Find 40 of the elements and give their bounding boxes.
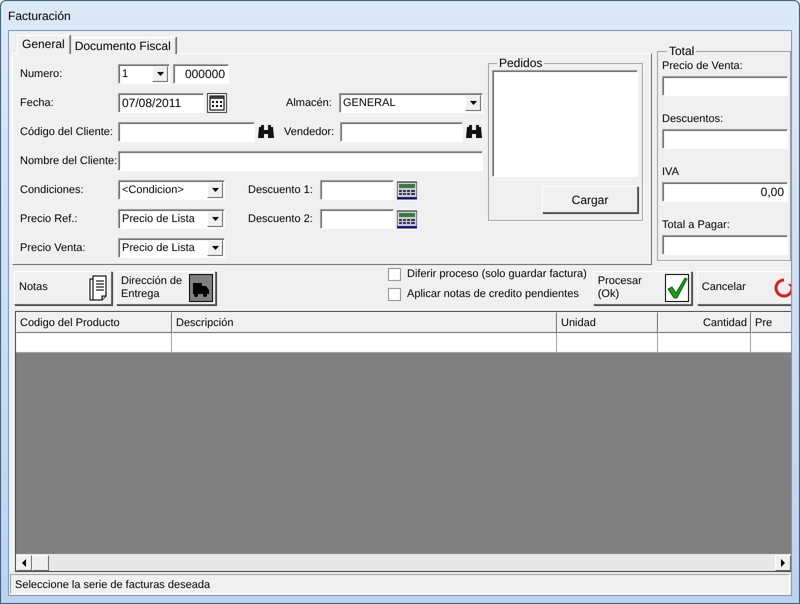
- field-label: Descuento 1:: [248, 182, 314, 198]
- tab[interactable]: General: [17, 35, 70, 54]
- field-label: Condiciones:: [20, 182, 85, 198]
- total-field[interactable]: 0,00: [662, 182, 788, 202]
- notes-button[interactable]: Notas: [14, 270, 112, 305]
- field-label: Precio Ref.:: [20, 212, 78, 227]
- field-label: Almacén:: [286, 96, 333, 111]
- status-text: Seleccione la serie de facturas deseada: [10, 574, 790, 594]
- price-dropdown[interactable]: Precio de Lista: [118, 238, 225, 258]
- column-header: Cantidad: [658, 312, 751, 334]
- column-header: Codigo del Producto: [16, 312, 172, 334]
- window-title: Facturación: [7, 8, 72, 25]
- field-label: Código del Cliente:: [20, 124, 114, 140]
- group-title: Pedidos: [498, 57, 544, 69]
- load-button[interactable]: Cargar: [542, 186, 638, 213]
- cancel-button[interactable]: Cancelar: [696, 270, 791, 305]
- total-label: IVA: [662, 165, 679, 178]
- group-title: Total: [668, 45, 696, 57]
- tab[interactable]: Documento Fiscal: [70, 37, 176, 54]
- field-label: Vendedor:: [284, 124, 336, 140]
- total-label: Total a Pagar:: [662, 218, 730, 231]
- checkbox-label: Aplicar notas de credito pendientes: [407, 287, 579, 302]
- total-label: Precio de Venta:: [662, 59, 743, 72]
- process-button[interactable]: Procesar (Ok): [592, 270, 692, 305]
- total-label: Descuentos:: [662, 112, 724, 125]
- field-label: Nombre del Cliente:: [20, 154, 118, 169]
- number-field[interactable]: 000000: [173, 64, 229, 84]
- column-header: Descripción: [172, 312, 557, 334]
- column-header: Unidad: [557, 312, 658, 334]
- price-dropdown[interactable]: Precio de Lista: [118, 209, 225, 229]
- field-label: Fecha:: [20, 96, 55, 111]
- field-label: Precio Venta:: [20, 240, 86, 256]
- field-label: Numero:: [20, 66, 64, 82]
- conditions-dropdown[interactable]: <Condicion>: [118, 180, 225, 200]
- date-field[interactable]: 07/08/2011: [118, 93, 204, 113]
- warehouse-dropdown[interactable]: GENERAL: [339, 93, 483, 113]
- delivery-address-button[interactable]: Dirección de Entrega: [116, 270, 216, 305]
- field-label: Descuento 2:: [248, 212, 314, 227]
- series-dropdown[interactable]: 1: [118, 64, 170, 84]
- checkbox-label: Diferir proceso (solo guardar factura): [407, 267, 587, 282]
